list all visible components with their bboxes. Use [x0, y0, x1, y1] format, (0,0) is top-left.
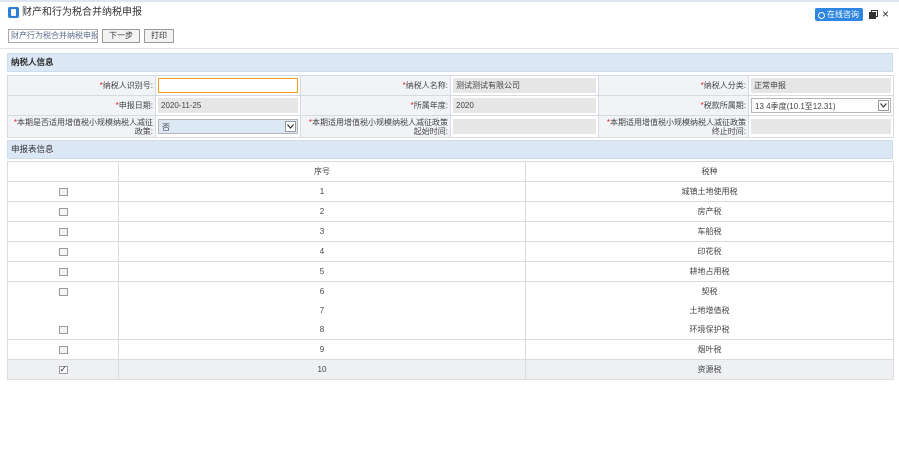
row-number: 1	[118, 181, 526, 202]
table-row[interactable]: 2 房产税	[7, 201, 894, 222]
table-row[interactable]: 7 土地增值税	[7, 301, 894, 320]
policy-end-time-field	[751, 119, 891, 134]
policy-start-time-label: *本期适用增值税小规模纳税人减征政策起始时间:	[300, 115, 451, 138]
table-row[interactable]: 4 印花税	[7, 241, 894, 262]
print-button[interactable]: 打印	[144, 29, 174, 43]
tax-period-select[interactable]: 13 4季度(10.1至12.31)	[751, 98, 891, 113]
close-icon[interactable]: ×	[882, 7, 889, 21]
taxpayer-form: *纳税人识别号: *纳税人名称: 测试测试有限公司 *纳税人分类: 正常申报 *…	[7, 75, 894, 138]
toolbar-divider	[0, 48, 899, 49]
main-content: 纳税人信息 *纳税人识别号: *纳税人名称: 测试测试有限公司 *纳税人分类: …	[7, 53, 894, 380]
app-logo-icon	[8, 7, 19, 18]
small-scale-policy-label: *本期是否适用增值税小规模纳税人减征政策:	[7, 115, 156, 138]
row-tax-name: 车船税	[525, 221, 894, 242]
window-title: 财产和行为税合并纳税申报	[22, 7, 142, 18]
select-column-header	[7, 161, 119, 182]
row-checkbox[interactable]	[58, 345, 68, 354]
row-tax-name: 环境保护税	[525, 320, 894, 340]
next-step-button[interactable]: 下一步	[102, 29, 140, 43]
taxpayer-name-label: *纳税人名称:	[300, 75, 451, 96]
policy-start-time-field	[453, 119, 596, 134]
table-row[interactable]: 3 车船税	[7, 221, 894, 242]
row-tax-name: 烟叶税	[525, 339, 894, 360]
row-checkbox[interactable]	[58, 267, 68, 276]
row-tax-name: 契税	[525, 281, 894, 301]
row-tax-name: 房产税	[525, 201, 894, 222]
row-number: 5	[118, 261, 526, 282]
tax-column-header: 税种	[525, 161, 894, 182]
taxpayer-type-label: *纳税人分类:	[598, 75, 749, 96]
table-header-row: 序号 税种	[7, 161, 894, 182]
table-row[interactable]: 5 耕地占用税	[7, 261, 894, 282]
small-scale-policy-select[interactable]: 否	[158, 119, 298, 134]
row-number: 6	[118, 281, 526, 301]
table-row[interactable]: 10 资源税	[7, 359, 894, 380]
row-tax-name: 城镇土地使用税	[525, 181, 894, 202]
row-tax-name: 印花税	[525, 241, 894, 262]
row-checkbox[interactable]	[58, 287, 68, 296]
headset-icon	[818, 12, 825, 19]
row-checkbox[interactable]	[58, 364, 68, 374]
toolbar: 财产行为税合并纳税申报 下一步 打印	[8, 28, 174, 44]
row-tax-name: 土地增值税	[525, 301, 894, 320]
chevron-down-icon[interactable]	[878, 100, 889, 111]
taxpayer-section-title: 纳税人信息	[7, 53, 893, 72]
row-checkbox[interactable]	[58, 247, 68, 256]
taxpayer-name-field: 测试测试有限公司	[453, 78, 596, 93]
row-checkbox[interactable]	[58, 207, 68, 216]
row-number: 2	[118, 201, 526, 222]
taxpayer-id-input[interactable]	[158, 78, 298, 93]
table-row[interactable]: 8 环境保护税	[7, 320, 894, 340]
form-selector[interactable]: 财产行为税合并纳税申报	[8, 29, 98, 43]
row-number: 9	[118, 339, 526, 360]
online-consult-button[interactable]: 在线咨询	[815, 8, 863, 21]
filing-date-field: 2020-11-25	[158, 98, 298, 113]
title-bar: 财产和行为税合并纳税申报 在线咨询 ×	[0, 0, 899, 25]
restore-window-icon[interactable]	[869, 10, 878, 19]
year-label: *所属年度:	[300, 95, 451, 116]
row-checkbox[interactable]	[58, 325, 68, 334]
forms-section-title: 申报表信息	[7, 140, 893, 159]
policy-end-time-label: *本期适用增值税小规模纳税人减征政策终止时间:	[598, 115, 749, 138]
table-row[interactable]: 6 契税	[7, 281, 894, 301]
row-tax-name: 资源税	[525, 359, 894, 380]
filing-date-label: *申报日期:	[7, 95, 156, 116]
table-row[interactable]: 9 烟叶税	[7, 339, 894, 360]
chevron-down-icon[interactable]	[285, 121, 296, 132]
small-scale-policy-value: 否	[162, 123, 170, 132]
row-number: 7	[118, 301, 526, 320]
number-column-header: 序号	[118, 161, 526, 182]
table-row[interactable]: 1 城镇土地使用税	[7, 181, 894, 202]
row-checkbox[interactable]	[58, 227, 68, 236]
row-checkbox[interactable]	[58, 187, 68, 196]
taxpayer-id-label: *纳税人识别号:	[7, 75, 156, 96]
tax-period-value: 13 4季度(10.1至12.31)	[755, 102, 836, 111]
row-number: 8	[118, 320, 526, 340]
row-number: 10	[118, 359, 526, 380]
forms-table: 序号 税种 1 城镇土地使用税 2 房产税 3 车船税 4 印花税 5 耕地占用…	[7, 161, 894, 380]
year-field: 2020	[453, 98, 596, 113]
row-number: 4	[118, 241, 526, 262]
online-consult-label: 在线咨询	[827, 10, 859, 19]
tax-period-label: *税款所属期:	[598, 95, 749, 116]
row-tax-name: 耕地占用税	[525, 261, 894, 282]
taxpayer-type-field: 正常申报	[751, 78, 891, 93]
row-number: 3	[118, 221, 526, 242]
